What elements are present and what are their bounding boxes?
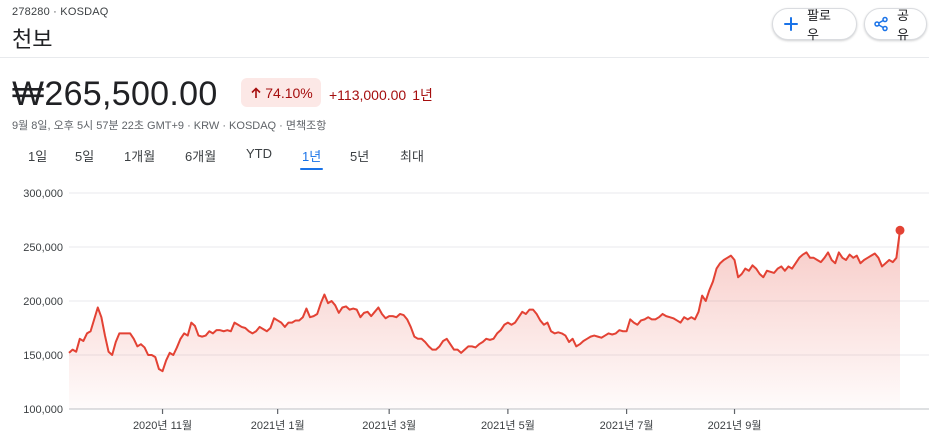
price-chart[interactable]: 100,000 150,000 200,000 250,000 300,000 2020… xyxy=(0,180,929,443)
tab-max[interactable]: 최대 xyxy=(400,146,424,170)
x-tick-label: 2020년 11월 xyxy=(133,419,192,432)
y-axis-labels: 100,000 150,000 200,000 250,000 300,000 xyxy=(23,188,63,416)
price-area xyxy=(69,230,900,409)
range-tabs: 1일 5일 1개월 6개월 YTD 1년 5년 최대 xyxy=(0,146,500,174)
y-tick-label: 250,000 xyxy=(23,242,63,254)
x-tick-label: 2021년 7월 xyxy=(600,419,654,432)
follow-label: 팔로우 xyxy=(807,8,831,42)
arrow-up-icon xyxy=(251,86,261,98)
x-tick-label: 2021년 1월 xyxy=(251,419,305,432)
tab-5d[interactable]: 5일 xyxy=(75,146,94,170)
y-tick-label: 100,000 xyxy=(23,404,63,416)
quote-meta: 9월 8일, 오후 5시 57분 22초 GMT+9 · KRW · KOSDA… xyxy=(12,120,327,132)
tab-1m[interactable]: 1개월 xyxy=(124,146,155,170)
tab-5y[interactable]: 5년 xyxy=(350,146,369,170)
percent-change-value: 74.10% xyxy=(265,84,313,101)
x-tick-label: 2021년 9월 xyxy=(708,419,762,432)
current-price: ₩265,500.00 xyxy=(12,75,218,113)
change-period-label: 1년 xyxy=(412,87,433,103)
absolute-change-value: +113,000.00 xyxy=(329,87,407,103)
absolute-change: +113,000.00 1년 xyxy=(329,85,433,105)
header-divider xyxy=(0,57,929,58)
follow-button[interactable]: 팔로우 xyxy=(772,8,857,42)
tab-1y[interactable]: 1년 xyxy=(299,146,324,170)
percent-change-badge: 74.10% xyxy=(241,78,321,107)
share-label: 공유 xyxy=(897,8,909,42)
tab-1d[interactable]: 1일 xyxy=(28,146,47,170)
ticker-exchange: 278280 · KOSDAQ xyxy=(12,6,109,18)
y-tick-label: 200,000 xyxy=(23,296,63,308)
y-tick-label: 150,000 xyxy=(23,350,63,362)
x-axis-labels: 2020년 11월 2021년 1월 2021년 3월 2021년 5월 2021년 7… xyxy=(133,409,762,432)
share-button[interactable]: 공유 xyxy=(864,8,927,42)
y-tick-label: 300,000 xyxy=(23,188,63,200)
x-tick-label: 2021년 3월 xyxy=(362,419,416,432)
share-icon xyxy=(874,16,888,32)
tab-6m[interactable]: 6개월 xyxy=(185,146,216,170)
plus-icon xyxy=(784,17,798,31)
company-name: 천보 xyxy=(12,27,53,52)
current-price-dot xyxy=(895,225,905,235)
x-tick-label: 2021년 5월 xyxy=(481,419,535,432)
tab-ytd[interactable]: YTD xyxy=(246,146,272,170)
